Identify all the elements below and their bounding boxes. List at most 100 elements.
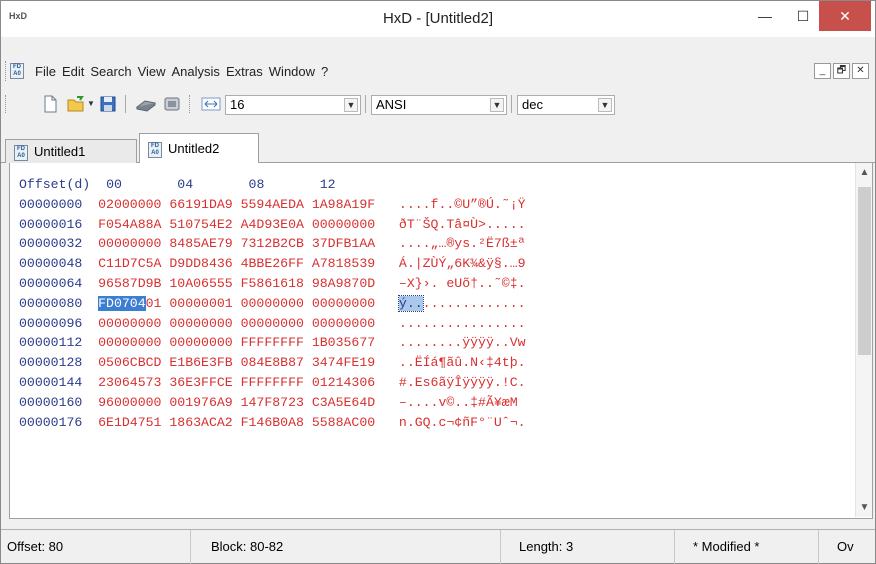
menubar-grip[interactable] <box>5 61 8 81</box>
open-dropdown-arrow-icon[interactable]: ▼ <box>87 99 95 108</box>
close-button[interactable]: ✕ <box>819 1 871 31</box>
byte-group[interactable]: 23064573 <box>98 375 161 390</box>
byte-group[interactable]: 96587D9B <box>98 276 161 291</box>
byte-group[interactable]: 00000000 <box>169 316 232 331</box>
ascii-text[interactable]: Á.|ZÙÝ„6K¾&ÿ§.…9 <box>399 256 526 271</box>
byte-group[interactable]: 084E8B87 <box>241 355 304 370</box>
byte-group[interactable]: 5588AC00 <box>312 415 375 430</box>
menu-item-search[interactable]: Search <box>90 64 136 79</box>
byte-group[interactable]: 66191DA9 <box>169 197 232 212</box>
byte-group[interactable]: 00000000 <box>98 335 161 350</box>
byte-group[interactable]: 00000000 <box>241 316 304 331</box>
disk-icon[interactable] <box>135 95 157 113</box>
hex-grid[interactable]: Offset(d) 00 04 08 12 00000000 02000000 6… <box>19 175 526 432</box>
byte-group[interactable]: A4D93E0A <box>241 217 304 232</box>
ascii-text[interactable]: ....„…®ys.²Ë7ß±ª <box>399 236 526 251</box>
byte-group[interactable]: 00000000 <box>169 335 232 350</box>
mdi-close-button[interactable]: ✕ <box>852 63 869 79</box>
byte-group[interactable]: 98A9870D <box>312 276 375 291</box>
ram-icon[interactable] <box>163 95 181 113</box>
byte-group[interactable]: F054A88A <box>98 217 161 232</box>
ascii-text[interactable]: n.GQ.c¬¢ñF°¨Uˆ¬. <box>399 415 526 430</box>
byte-group[interactable]: D9DD8436 <box>169 256 232 271</box>
byte-group[interactable]: 10A06555 <box>169 276 232 291</box>
byte-group[interactable]: 02000000 <box>98 197 161 212</box>
menu-item-extras[interactable]: Extras <box>226 64 268 79</box>
tab-untitled2[interactable]: FD A0 Untitled2 <box>139 133 259 164</box>
tab-untitled1[interactable]: FD A0 Untitled1 <box>5 139 137 163</box>
byte-group[interactable]: FFFFFFFF <box>241 375 304 390</box>
byte-group[interactable]: 00000000 <box>241 296 304 311</box>
chevron-down-icon[interactable]: ▼ <box>344 98 358 112</box>
bytes-per-row-select[interactable]: 16 ▼ <box>225 95 361 115</box>
byte-group[interactable]: 510754E2 <box>169 217 232 232</box>
byte-group[interactable]: 6E1D4751 <box>98 415 161 430</box>
byte-group[interactable]: 96000000 <box>98 395 161 410</box>
hex-editor[interactable]: Offset(d) 00 04 08 12 00000000 02000000 6… <box>9 163 873 519</box>
byte-group[interactable]: E1B6E3FB <box>169 355 232 370</box>
title-bar[interactable]: HxD HxD - [Untitled2] — ☐ ✕ <box>1 1 875 37</box>
selected-bytes[interactable]: FD0704 <box>98 295 146 311</box>
scroll-up-icon[interactable]: ▲ <box>856 167 873 178</box>
document-icon[interactable]: FD A0 <box>10 63 24 79</box>
byte-group[interactable]: 001976A9 <box>169 395 232 410</box>
chevron-down-icon[interactable]: ▼ <box>598 98 612 112</box>
menu-item-file[interactable]: File <box>35 64 61 79</box>
ascii-text[interactable]: ........ÿÿÿÿ..Vw <box>399 335 526 350</box>
byte-group[interactable]: 4BBE26FF <box>241 256 304 271</box>
byte-group[interactable]: 00000000 <box>312 316 375 331</box>
open-folder-icon[interactable] <box>67 95 85 113</box>
new-file-icon[interactable] <box>41 95 59 113</box>
byte-group[interactable]: 5594AEDA <box>241 197 304 212</box>
byte-group[interactable]: 0506CBCD <box>98 355 161 370</box>
ascii-text[interactable]: ....f..©U”®Ú.˜¡Ÿ <box>399 197 526 212</box>
byte-group[interactable]: 37DFB1AA <box>312 236 375 251</box>
ascii-text[interactable]: #.Es6ãÿÎÿÿÿÿ.!C. <box>399 375 526 390</box>
charset-select[interactable]: ANSI ▼ <box>371 95 507 115</box>
menu-item-view[interactable]: View <box>138 64 171 79</box>
byte-group[interactable]: 147F8723 <box>241 395 304 410</box>
mdi-minimize-button[interactable]: _ <box>814 63 831 79</box>
row-offset: 00000112 <box>19 335 83 351</box>
byte-group[interactable]: 1863ACA2 <box>169 415 232 430</box>
menu-item-analysis[interactable]: Analysis <box>172 64 225 79</box>
byte-group[interactable]: F5861618 <box>241 276 304 291</box>
menu-item-edit[interactable]: Edit <box>62 64 89 79</box>
scroll-thumb[interactable] <box>858 187 871 355</box>
toolbar-separator-4 <box>511 95 512 113</box>
byte-group[interactable]: 36E3FFCE <box>169 375 232 390</box>
vertical-scrollbar[interactable]: ▲ ▼ <box>855 163 872 517</box>
ascii-text[interactable]: ðT¨ŠQ.Tâ¤Ù>..... <box>399 217 526 232</box>
menu-item-help[interactable]: ? <box>321 64 333 79</box>
scroll-down-icon[interactable]: ▼ <box>856 502 873 513</box>
save-icon[interactable] <box>99 95 117 113</box>
byte-group[interactable]: 1A98A19F <box>312 197 375 212</box>
mdi-restore-button[interactable]: 🗗 <box>833 63 850 79</box>
byte-group[interactable]: 8485AE79 <box>169 236 232 251</box>
byte-group[interactable]: 00000000 <box>312 217 375 232</box>
ascii-text[interactable]: –....v©..‡#Ã¥æM <box>399 395 518 410</box>
byte-group[interactable]: 01214306 <box>312 375 375 390</box>
bytes-per-row-arrows-icon <box>201 97 221 111</box>
hex-header-row: Offset(d) 00 04 08 12 <box>19 175 526 195</box>
ascii-text[interactable]: ................ <box>399 316 526 331</box>
byte-group[interactable]: 00000000 <box>98 316 161 331</box>
byte-group[interactable]: 00000000 <box>98 236 161 251</box>
toolbar-grip[interactable] <box>5 95 6 113</box>
byte-group[interactable]: A7818539 <box>312 256 375 271</box>
status-insert-mode[interactable]: Ov <box>831 530 875 564</box>
byte-group[interactable]: C11D7C5A <box>98 256 161 271</box>
byte-group[interactable]: FFFFFFFF <box>241 335 304 350</box>
ascii-text[interactable]: ..ËÍá¶ãû.N‹‡4tþ. <box>399 355 526 370</box>
offset-base-select[interactable]: dec ▼ <box>517 95 615 115</box>
menu-item-window[interactable]: Window <box>269 64 320 79</box>
byte-group[interactable]: F146B0A8 <box>241 415 304 430</box>
byte-group[interactable]: 1B035677 <box>312 335 375 350</box>
byte-group[interactable]: 00000001 <box>169 296 232 311</box>
byte-group[interactable]: 00000000 <box>312 296 375 311</box>
byte-group[interactable]: 7312B2CB <box>241 236 304 251</box>
chevron-down-icon[interactable]: ▼ <box>490 98 504 112</box>
byte-group[interactable]: 3474FE19 <box>312 355 375 370</box>
byte-group[interactable]: C3A5E64D <box>312 395 375 410</box>
ascii-text[interactable]: –X}›. eUõ†..˜©‡. <box>399 276 526 291</box>
